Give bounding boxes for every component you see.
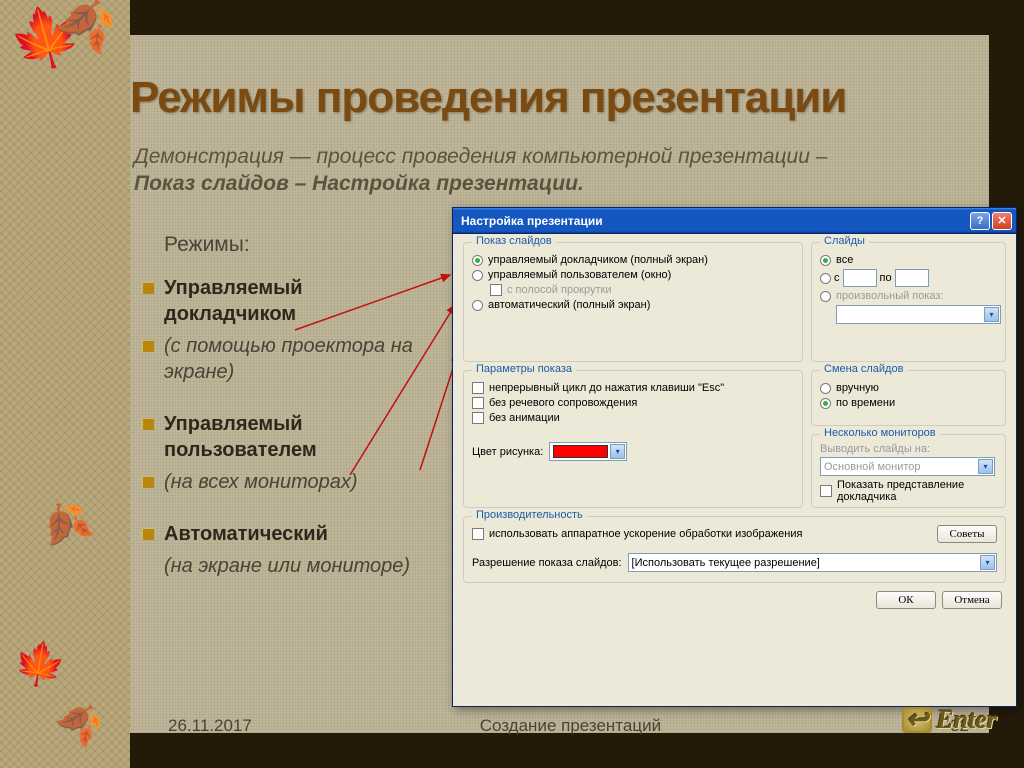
close-button[interactable]: ✕: [992, 212, 1012, 230]
radio-label: произвольный показ:: [836, 290, 944, 302]
bullet-icon: [142, 476, 154, 488]
radio-label: вручную: [836, 382, 879, 394]
dialog-title: Настройка презентации: [461, 214, 968, 228]
color-swatch: [553, 445, 608, 458]
color-select[interactable]: ▾: [549, 442, 627, 461]
from-input[interactable]: [843, 269, 877, 287]
to-label: по: [880, 272, 892, 284]
check-label: Показать представление докладчика: [837, 479, 997, 503]
enter-button[interactable]: ↩ Enter: [902, 705, 997, 735]
help-button[interactable]: ?: [970, 212, 990, 230]
custom-select: ▾: [836, 305, 1001, 324]
leaf-icon: 🍁: [10, 636, 66, 692]
check-presview[interactable]: [820, 485, 832, 497]
tips-button[interactable]: Советы: [937, 525, 997, 543]
radio-custom: [820, 291, 831, 302]
chevron-down-icon: ▾: [610, 444, 625, 459]
return-icon: ↩: [902, 707, 932, 733]
radio-label: все: [836, 254, 853, 266]
footer-date: 26.11.2017: [168, 716, 252, 736]
chevron-down-icon: ▾: [980, 555, 995, 570]
slide-subtitle: Демонстрация — процесс проведения компью…: [134, 143, 884, 198]
check-label: с полосой прокрутки: [507, 284, 611, 296]
cancel-button[interactable]: Отмена: [942, 591, 1002, 609]
leaf-icon: 🍂: [51, 693, 106, 748]
bullet-list: Управляемый докладчиком (с помощью проек…: [140, 275, 435, 585]
radio-label: автоматический (полный экран): [488, 299, 650, 311]
subtitle-bold: Показ слайдов – Настройка презентации.: [134, 172, 584, 195]
slide-title: Режимы проведения презентации: [130, 73, 846, 123]
check-label: без речевого сопровождения: [489, 397, 637, 409]
radio-auto[interactable]: [472, 300, 483, 311]
chevron-down-icon: ▾: [984, 307, 999, 322]
resolution-select[interactable]: [Использовать текущее разрешение]▾: [628, 553, 997, 572]
group-params: Параметры показа: [472, 363, 576, 375]
group-advance: Смена слайдов: [820, 363, 907, 375]
check-label: использовать аппаратное ускорение обрабо…: [489, 528, 802, 540]
radio-time[interactable]: [820, 398, 831, 409]
bullet-icon: [142, 340, 154, 352]
bullet-text: (на экране или мониторе): [164, 553, 435, 579]
radio-label: управляемый пользователем (окно): [488, 269, 671, 281]
bullet-text: (с помощью проектора на экране): [164, 333, 435, 385]
from-label: с: [834, 272, 840, 284]
bullet-text: Управляемый докладчиком: [164, 275, 435, 327]
bullet-text: Автоматический: [164, 521, 435, 547]
monitor-value: Основной монитор: [824, 461, 976, 473]
enter-label: Enter: [936, 705, 997, 735]
radio-label: управляемый докладчиком (полный экран): [488, 254, 708, 266]
check-nospeech[interactable]: [472, 397, 484, 409]
bullet-text: Управляемый пользователем: [164, 411, 435, 463]
radio-range[interactable]: [820, 273, 831, 284]
radio-manual[interactable]: [820, 383, 831, 394]
radio-label: по времени: [836, 397, 895, 409]
check-scroll: [490, 284, 502, 296]
left-decorative-strip: 🍁 🍂 🍂 🍁 🍂: [0, 0, 130, 768]
modes-label: Режимы:: [164, 233, 250, 257]
group-perf: Производительность: [472, 509, 587, 521]
monout-label: Выводить слайды на:: [820, 443, 997, 455]
ok-button[interactable]: ОК: [876, 591, 936, 609]
leaf-icon: 🍂: [33, 495, 93, 555]
group-show: Показ слайдов: [472, 235, 556, 247]
resolution-value: [Использовать текущее разрешение]: [632, 557, 978, 569]
bullet-text: (на всех мониторах): [164, 469, 435, 495]
chevron-down-icon: ▾: [978, 459, 993, 474]
group-monitors: Несколько мониторов: [820, 427, 940, 439]
check-label: непрерывный цикл до нажатия клавиши "Esc…: [489, 382, 724, 394]
radio-user[interactable]: [472, 270, 483, 281]
monitor-select: Основной монитор▾: [820, 457, 995, 476]
check-loop[interactable]: [472, 382, 484, 394]
radio-presenter[interactable]: [472, 255, 483, 266]
bullet-icon: [142, 418, 154, 430]
footer-center: Создание презентаций: [252, 716, 889, 736]
to-input[interactable]: [895, 269, 929, 287]
check-label: без анимации: [489, 412, 560, 424]
settings-dialog: Настройка презентации ? ✕ Показ слайдов …: [452, 207, 1017, 707]
radio-all[interactable]: [820, 255, 831, 266]
bullet-icon: [142, 282, 154, 294]
group-slides: Слайды: [820, 235, 869, 247]
bullet-icon: [142, 528, 154, 540]
res-label: Разрешение показа слайдов:: [472, 557, 622, 569]
dialog-titlebar[interactable]: Настройка презентации ? ✕: [453, 208, 1016, 234]
check-hw[interactable]: [472, 528, 484, 540]
check-noanim[interactable]: [472, 412, 484, 424]
color-label: Цвет рисунка:: [472, 446, 543, 458]
subtitle-plain: Демонстрация — процесс проведения компью…: [134, 145, 827, 168]
